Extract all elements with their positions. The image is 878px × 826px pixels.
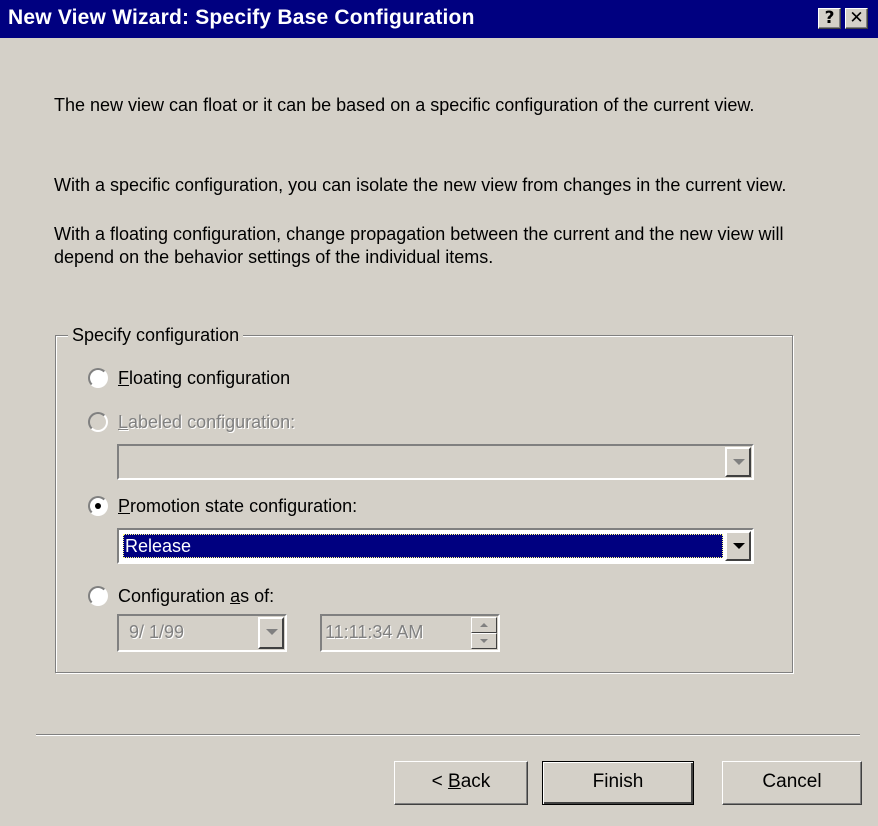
description-paragraph-1: The new view can float or it can be base… xyxy=(54,95,755,115)
title-bar: New View Wizard: Specify Base Configurat… xyxy=(0,0,878,38)
time-spin-down-button[interactable] xyxy=(471,633,497,649)
new-view-wizard-dialog: New View Wizard: Specify Base Configurat… xyxy=(0,0,878,826)
chevron-down-icon xyxy=(733,543,745,549)
cancel-button[interactable]: Cancel xyxy=(722,761,862,805)
radio-circle xyxy=(88,368,108,388)
window-title: New View Wizard: Specify Base Configurat… xyxy=(8,6,475,29)
close-icon: ✕ xyxy=(849,8,864,28)
radio-circle xyxy=(88,496,108,516)
promotion-state-configuration-label: Promotion state configuration: xyxy=(118,496,358,516)
spin-up-icon xyxy=(480,623,488,627)
date-dropdown-button[interactable] xyxy=(258,617,284,649)
description-paragraph-2: With a specific configuration, you can i… xyxy=(54,175,787,195)
chevron-down-icon xyxy=(733,459,745,465)
finish-button[interactable]: Finish xyxy=(542,761,694,805)
labeled-dropdown-button[interactable] xyxy=(725,447,751,477)
labeled-configuration-label: Labeled configuration: xyxy=(118,412,296,432)
labeled-configuration-select[interactable] xyxy=(117,444,754,480)
promotion-state-value: Release xyxy=(123,534,723,558)
time-field[interactable]: 11:11:34 AM xyxy=(320,614,500,652)
chevron-down-icon xyxy=(266,629,278,635)
time-value: 11:11:34 AM xyxy=(325,622,424,642)
date-picker[interactable]: 9/ 1/99 xyxy=(117,614,287,652)
time-spin-up-button[interactable] xyxy=(471,617,497,633)
radio-circle xyxy=(88,412,108,432)
footer-separator xyxy=(36,734,860,736)
date-value: 9/ 1/99 xyxy=(129,622,185,642)
close-button[interactable]: ✕ xyxy=(845,8,868,29)
configuration-as-of-label: Configuration as of: xyxy=(118,586,275,606)
promotion-state-select[interactable]: Release xyxy=(117,528,754,564)
group-legend: Specify configuration xyxy=(68,324,244,346)
help-button[interactable]: ? xyxy=(818,8,841,29)
help-icon: ? xyxy=(824,8,835,28)
promotion-dropdown-button[interactable] xyxy=(725,531,751,561)
back-button[interactable]: < Back xyxy=(394,761,528,805)
floating-configuration-label: Floating configuration xyxy=(118,368,291,388)
radio-circle xyxy=(88,586,108,606)
description-paragraph-3: With a floating configuration, change pr… xyxy=(54,224,784,267)
radio-selected-dot xyxy=(95,503,101,509)
spin-down-icon xyxy=(480,639,488,643)
